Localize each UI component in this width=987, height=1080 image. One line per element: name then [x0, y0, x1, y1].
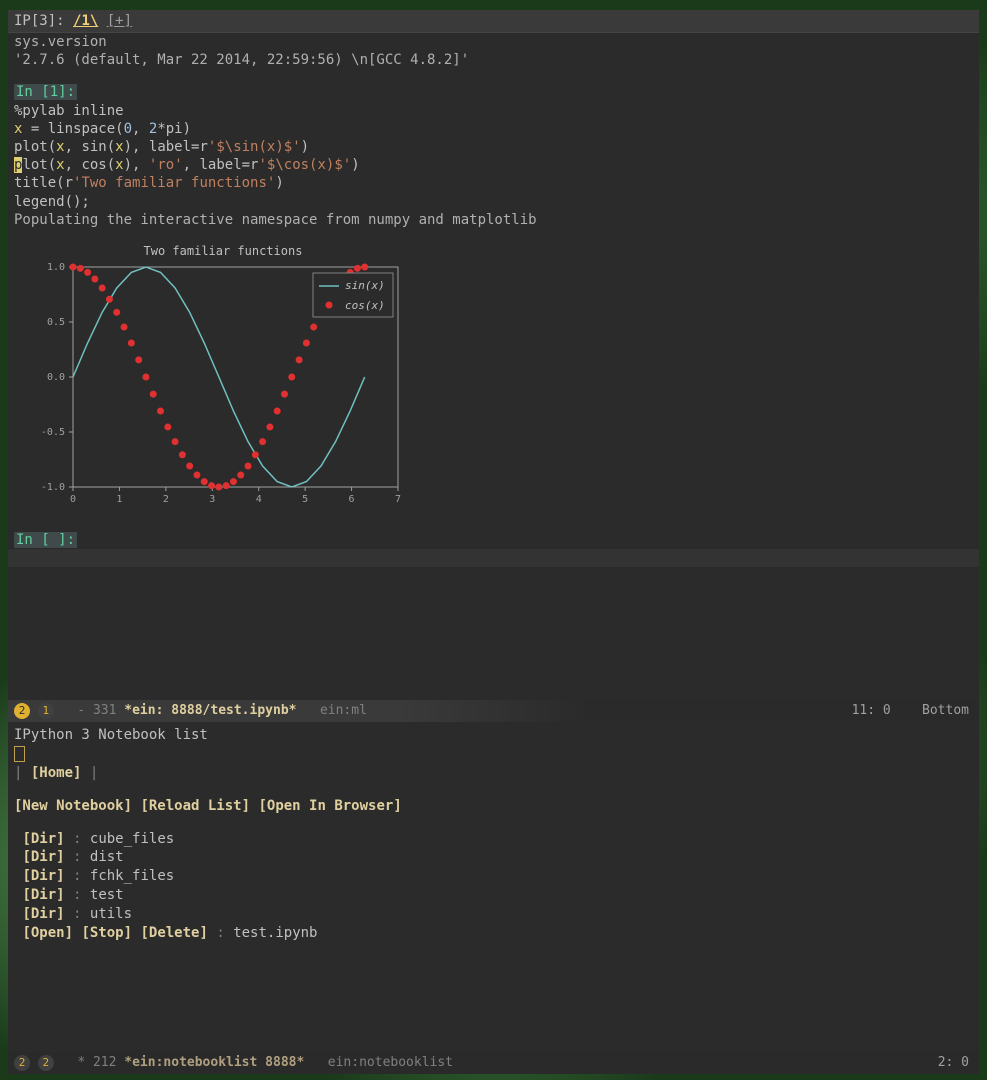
svg-text:1: 1 — [116, 494, 122, 505]
cell2-prompt[interactable]: In [ ]: — [14, 532, 77, 548]
dir-link[interactable]: [Dir] — [22, 831, 64, 847]
cell1-output: Populating the interactive namespace fro… — [14, 211, 973, 229]
svg-text:Two familiar functions: Two familiar functions — [144, 244, 303, 258]
open-browser-button[interactable]: [Open In Browser] — [258, 798, 401, 814]
tab-bar: IP[3]: /1\ [+] — [8, 10, 979, 33]
dir-name: cube_files — [90, 831, 174, 847]
tab-prefix: IP[3]: — [14, 13, 73, 29]
major-mode: ein:ml — [320, 703, 367, 718]
cell0-line2: '2.7.6 (default, Mar 22 2014, 22:59:56) … — [14, 51, 973, 69]
stop-nb-button[interactable]: [Stop] — [81, 925, 132, 941]
major-mode-2: ein:notebooklist — [328, 1055, 453, 1070]
scroll-pos: Bottom — [922, 703, 969, 718]
tab-active[interactable]: /1\ — [73, 13, 98, 29]
cell1-l5[interactable]: title(r'Two familiar functions') — [14, 174, 973, 192]
notebooklist-pane: IPython 3 Notebook list | [Home] | [New … — [8, 722, 979, 1052]
cursor-pos: 11: 0 — [852, 703, 891, 718]
delete-nb-button[interactable]: [Delete] — [140, 925, 207, 941]
badge-b1: 2 — [14, 1055, 30, 1071]
badge-window-2: 2 — [14, 703, 30, 719]
svg-text:4: 4 — [256, 494, 262, 505]
svg-text:0.5: 0.5 — [47, 317, 65, 328]
svg-text:3: 3 — [209, 494, 215, 505]
svg-text:2: 2 — [163, 494, 169, 505]
badge-b2: 2 — [38, 1055, 54, 1071]
dir-link[interactable]: [Dir] — [22, 906, 64, 922]
notebook-pane: IP[3]: /1\ [+] sys.version '2.7.6 (defau… — [8, 10, 979, 700]
dir-name: dist — [90, 849, 124, 865]
nblist-title: IPython 3 Notebook list — [14, 726, 973, 745]
nb-filename: test.ipynb — [233, 925, 317, 941]
cell1-l2[interactable]: x = linspace(0, 2*pi) — [14, 120, 973, 138]
dir-link[interactable]: [Dir] — [22, 849, 64, 865]
svg-text:1.0: 1.0 — [47, 262, 65, 273]
open-nb-button[interactable]: [Open] — [22, 925, 73, 941]
dir-name: fchk_files — [90, 868, 174, 884]
svg-text:0: 0 — [70, 494, 76, 505]
svg-text:0.0: 0.0 — [47, 372, 65, 383]
svg-text:7: 7 — [395, 494, 401, 505]
cell0-line1: sys.version — [14, 33, 973, 51]
cell2-empty[interactable] — [8, 549, 979, 567]
tab-add[interactable]: [+] — [107, 13, 132, 29]
buffer-name-2: *ein:notebooklist 8888* — [124, 1055, 304, 1070]
chart-output: Two familiar functions 0 1 2 3 4 5 6 7 -1.0 -0.5 0.… — [18, 237, 408, 517]
buffer-name: *ein: 8888/test.ipynb* — [124, 703, 296, 718]
cursor-box — [14, 746, 25, 762]
modeline-top: 2 1 - 331 *ein: 8888/test.ipynb* ein:ml … — [8, 700, 979, 722]
dir-link[interactable]: [Dir] — [22, 868, 64, 884]
notebook-content[interactable]: sys.version '2.7.6 (default, Mar 22 2014… — [8, 33, 979, 567]
reload-list-button[interactable]: [Reload List] — [140, 798, 250, 814]
svg-text:5: 5 — [302, 494, 308, 505]
cell1-l1[interactable]: %pylab inline — [14, 102, 973, 120]
dir-link[interactable]: [Dir] — [22, 887, 64, 903]
cell1-l6[interactable]: legend(); — [14, 193, 973, 211]
cell1-l4[interactable]: plot(x, cos(x), 'ro', label=r'$\cos(x)$'… — [14, 156, 973, 174]
dir-name: test — [90, 887, 124, 903]
modeline-bottom: 2 2 * 212 *ein:notebooklist 8888* ein:no… — [8, 1052, 979, 1074]
svg-text:sin(x): sin(x) — [345, 279, 385, 292]
cell1-l3[interactable]: plot(x, sin(x), label=r'$\sin(x)$') — [14, 138, 973, 156]
svg-text:cos(x): cos(x) — [345, 299, 385, 312]
badge-window-1: 1 — [38, 703, 54, 719]
dir-name: utils — [90, 906, 132, 922]
svg-text:-0.5: -0.5 — [41, 427, 65, 438]
svg-text:6: 6 — [349, 494, 355, 505]
home-link[interactable]: [Home] — [31, 765, 82, 781]
new-notebook-button[interactable]: [New Notebook] — [14, 798, 132, 814]
svg-text:-1.0: -1.0 — [41, 482, 65, 493]
cursor-pos-2: 2: 0 — [938, 1055, 969, 1070]
cell1-prompt: In [1]: — [14, 84, 77, 100]
